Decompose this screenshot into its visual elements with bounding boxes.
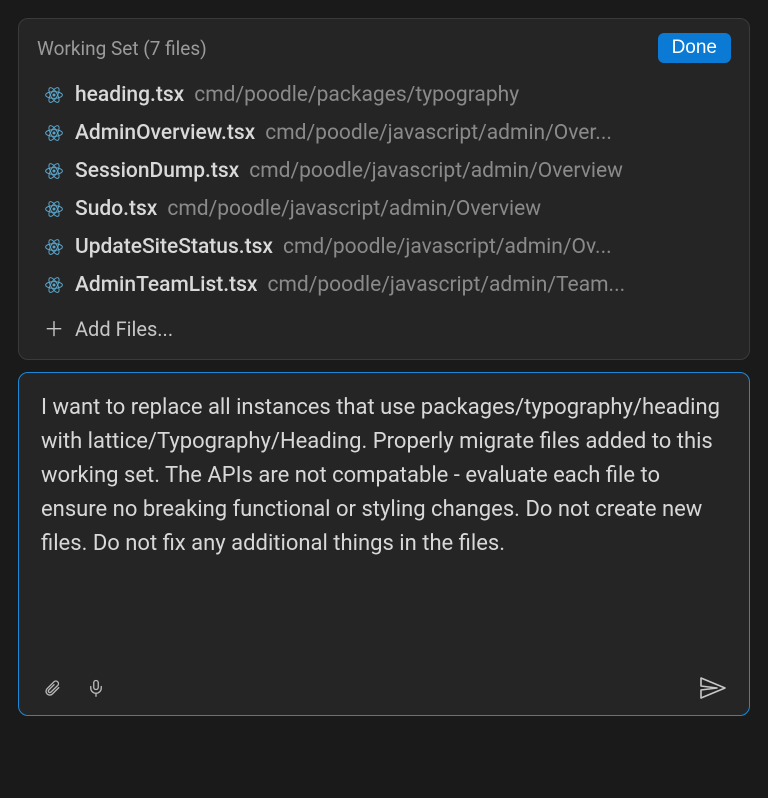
add-files-label: Add Files... [75, 317, 173, 341]
prompt-panel: I want to replace all instances that use… [18, 372, 750, 716]
react-icon [43, 122, 65, 144]
file-name: SessionDump.tsx [75, 159, 239, 183]
react-icon [43, 274, 65, 296]
done-button[interactable]: Done [658, 33, 731, 63]
file-path: cmd/poodle/javascript/admin/Overview [249, 159, 725, 183]
microphone-icon[interactable] [85, 677, 107, 699]
file-path: cmd/poodle/javascript/admin/Team... [267, 273, 725, 297]
file-list: heading.tsx cmd/poodle/packages/typograp… [37, 77, 731, 303]
working-set-header: Working Set (7 files) Done [37, 33, 731, 63]
file-row[interactable]: AdminTeamList.tsx cmd/poodle/javascript/… [37, 267, 731, 303]
file-name: AdminTeamList.tsx [75, 273, 257, 297]
prompt-toolbar [41, 675, 727, 701]
add-files-button[interactable]: ＋ Add Files... [37, 303, 731, 341]
file-name: heading.tsx [75, 83, 184, 107]
file-path: cmd/poodle/javascript/admin/Over... [265, 121, 725, 145]
file-row[interactable]: UpdateSiteStatus.tsx cmd/poodle/javascri… [37, 229, 731, 265]
file-path: cmd/poodle/packages/typography [194, 83, 725, 107]
file-path: cmd/poodle/javascript/admin/Overview [167, 197, 725, 221]
file-row[interactable]: AdminOverview.tsx cmd/poodle/javascript/… [37, 115, 731, 151]
prompt-input[interactable]: I want to replace all instances that use… [41, 391, 727, 661]
react-icon [43, 236, 65, 258]
file-row[interactable]: Sudo.tsx cmd/poodle/javascript/admin/Ove… [37, 191, 731, 227]
react-icon [43, 198, 65, 220]
file-name: UpdateSiteStatus.tsx [75, 235, 273, 259]
react-icon [43, 160, 65, 182]
plus-icon: ＋ [43, 319, 65, 339]
react-icon [43, 84, 65, 106]
file-name: AdminOverview.tsx [75, 121, 255, 145]
file-path: cmd/poodle/javascript/admin/Ov... [283, 235, 725, 259]
file-row[interactable]: SessionDump.tsx cmd/poodle/javascript/ad… [37, 153, 731, 189]
file-row[interactable]: heading.tsx cmd/poodle/packages/typograp… [37, 77, 731, 113]
send-icon[interactable] [699, 675, 727, 701]
paperclip-icon[interactable] [41, 677, 63, 699]
file-name: Sudo.tsx [75, 197, 157, 221]
working-set-title: Working Set (7 files) [37, 37, 207, 60]
working-set-panel: Working Set (7 files) Done heading.tsx c… [18, 18, 750, 360]
